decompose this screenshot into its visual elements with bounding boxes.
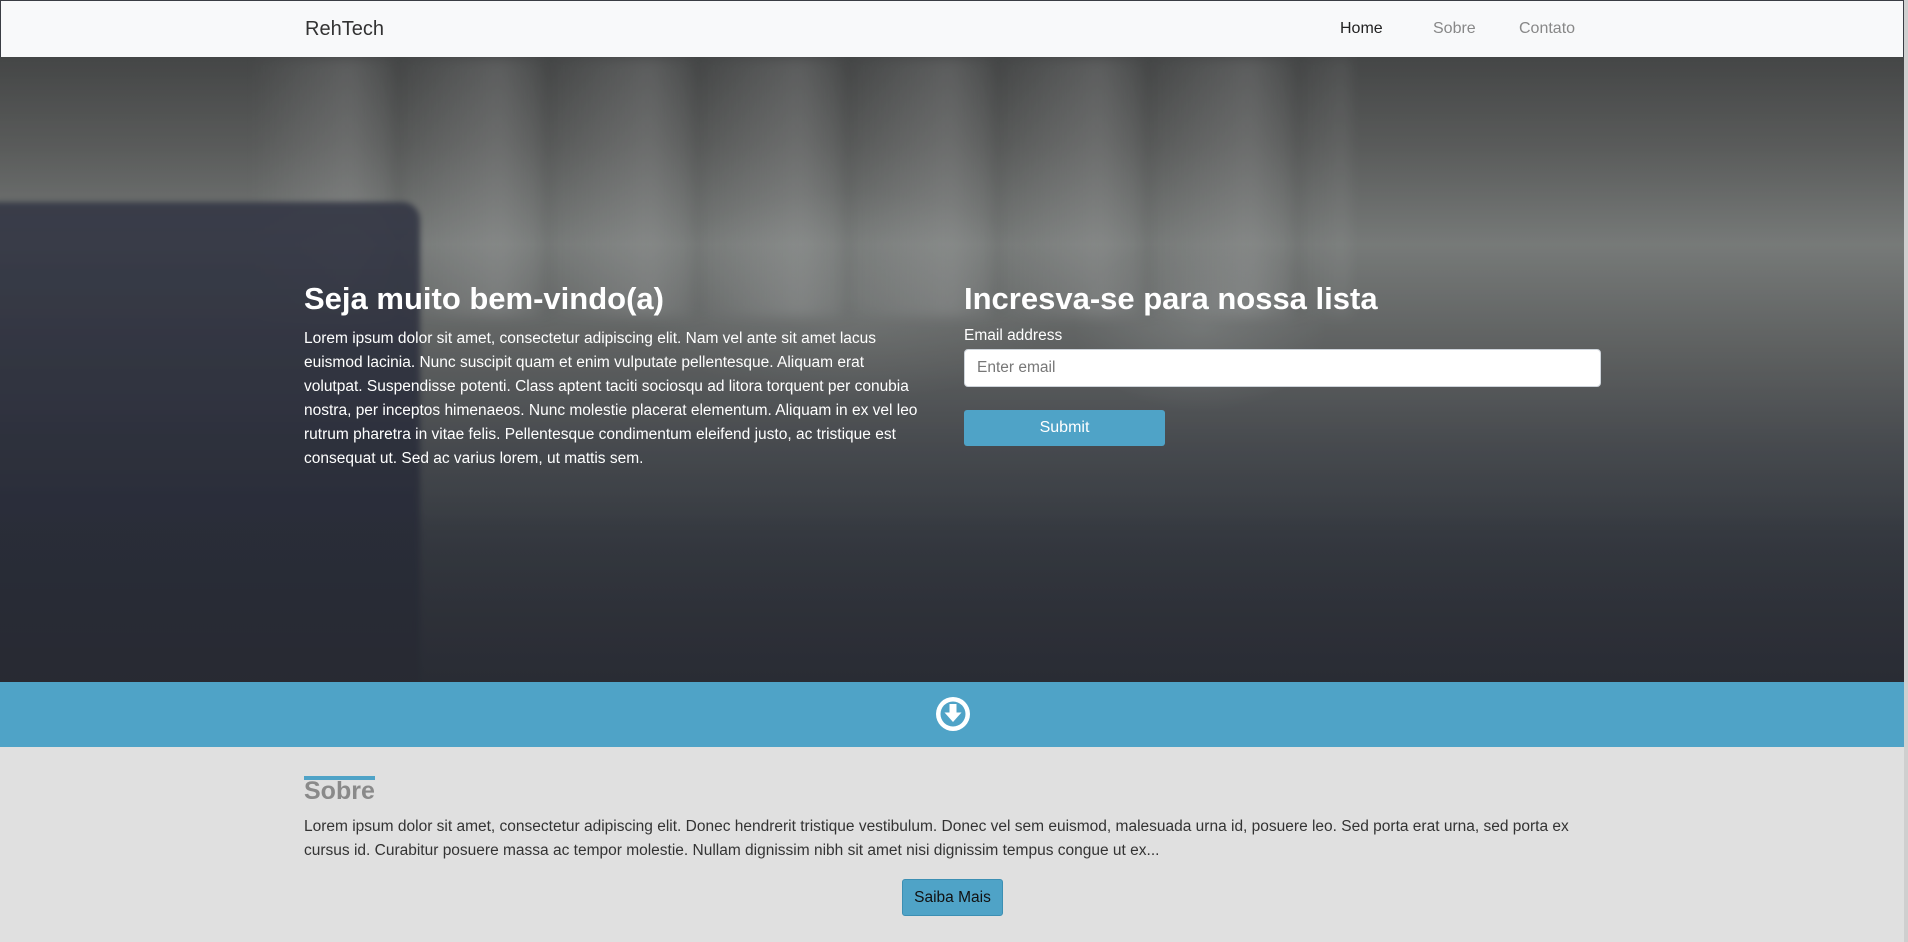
submit-button[interactable]: Submit [964, 410, 1165, 446]
brand-logo[interactable]: RehTech [305, 18, 384, 41]
nav-link-sobre[interactable]: Sobre [1433, 20, 1476, 38]
page-scrollbar[interactable] [1904, 0, 1908, 942]
hero-overlay [0, 57, 1904, 682]
arrow-circle-down-icon[interactable] [934, 695, 972, 733]
saiba-mais-button[interactable]: Saiba Mais [902, 879, 1003, 916]
signup-title: Incresva-se para nossa lista [964, 281, 1378, 316]
email-input[interactable] [964, 349, 1601, 387]
about-text: Lorem ipsum dolor sit amet, consectetur … [304, 818, 1569, 859]
about-section: Sobre Lorem ipsum dolor sit amet, consec… [0, 747, 1904, 942]
scroll-band [0, 682, 1904, 747]
nav-link-home[interactable]: Home [1340, 20, 1383, 38]
about-title: Sobre [304, 777, 375, 805]
nav-link-contato[interactable]: Contato [1519, 20, 1575, 38]
page: RehTech Home Sobre Contato Seja muito be… [0, 0, 1908, 942]
navbar: RehTech Home Sobre Contato [0, 0, 1904, 57]
email-label: Email address [964, 327, 1063, 344]
welcome-title: Seja muito bem-vindo(a) [304, 281, 664, 316]
welcome-text: Lorem ipsum dolor sit amet, consectetur … [304, 330, 918, 467]
hero-section [0, 57, 1904, 682]
